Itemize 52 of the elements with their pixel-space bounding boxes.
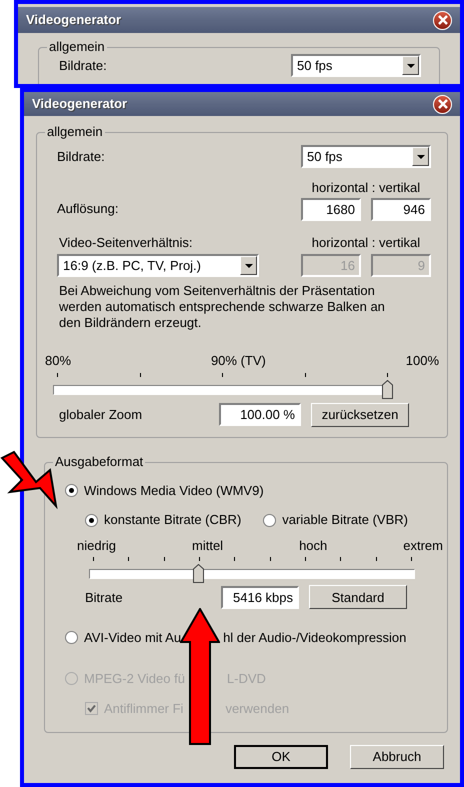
close-icon: [438, 99, 448, 109]
button[interactable]: zurücksetzen: [311, 402, 409, 426]
scale-label: 100%: [406, 352, 439, 370]
caret-icon: [416, 154, 424, 158]
field-label: globaler Zoom: [59, 406, 144, 424]
button[interactable]: Abbruch: [350, 745, 444, 769]
info-text: Bei Abweichung vom Seitenverhältnis der Präsentation werden automatisch entsprechende schwarze Balken an den Bildrändern erzeugt.: [58, 283, 386, 331]
scale-label: hoch: [299, 536, 328, 555]
field-label: Bildrate:: [59, 56, 107, 75]
scale-label: mittel: [192, 536, 224, 555]
radio-button[interactable]: [65, 630, 78, 644]
scale-label: 80%: [45, 352, 72, 370]
field-label: Video-Seitenverhältnis:: [59, 234, 192, 252]
dropdown[interactable]: 50 fps: [301, 145, 431, 168]
close-button[interactable]: [433, 10, 452, 30]
button[interactable]: OK: [234, 745, 328, 769]
caret-icon: [244, 264, 252, 268]
close-button[interactable]: [433, 94, 452, 114]
input-field[interactable]: 946: [371, 198, 431, 220]
button[interactable]: Standard: [309, 585, 407, 610]
scale-label: extrem: [403, 536, 443, 555]
field-label: Bitrate: [85, 588, 124, 607]
option-label: Windows Media Video (WMV9): [84, 482, 264, 500]
column-header: horizontal : vertikal: [310, 234, 422, 252]
radio-button[interactable]: [85, 514, 98, 526]
dropdown-arrow-button[interactable]: [412, 147, 429, 166]
radio-button[interactable]: [65, 484, 78, 497]
field-label: Bildrate:: [57, 148, 105, 166]
close-icon: [438, 15, 448, 25]
option-label: AVI-Video mit Au: [84, 628, 182, 646]
input-field[interactable]: 100.00 %: [219, 403, 301, 426]
option-label: variable Bitrate (VBR): [282, 511, 408, 530]
dropdown[interactable]: 50 fps: [291, 54, 421, 77]
slider-thumb[interactable]: [193, 564, 204, 584]
caret-icon: [406, 64, 414, 68]
radio-button[interactable]: [263, 514, 276, 526]
scale-label: 90% (TV): [210, 352, 266, 370]
window-title: Videogenerator: [32, 95, 128, 114]
dropdown-arrow-button[interactable]: [240, 256, 257, 275]
group-title: Ausgabeformat: [53, 454, 146, 470]
input-field[interactable]: 1680: [301, 198, 361, 220]
slider-thumb[interactable]: [382, 380, 392, 398]
group-title: allgemein: [47, 39, 107, 55]
scale-label: niedrig: [77, 536, 116, 555]
column-header: horizontal : vertikal: [310, 179, 422, 197]
window-title: Videogenerator: [26, 11, 122, 30]
field-label: Auflösung:: [57, 200, 118, 218]
input-field[interactable]: 5416 kbps: [221, 586, 299, 609]
option-label: konstante Bitrate (CBR): [104, 511, 242, 530]
dropdown-arrow-button[interactable]: [402, 56, 419, 75]
option-label: hl der Audio-/Videokompression: [223, 628, 406, 647]
group-title: allgemein: [45, 124, 105, 140]
